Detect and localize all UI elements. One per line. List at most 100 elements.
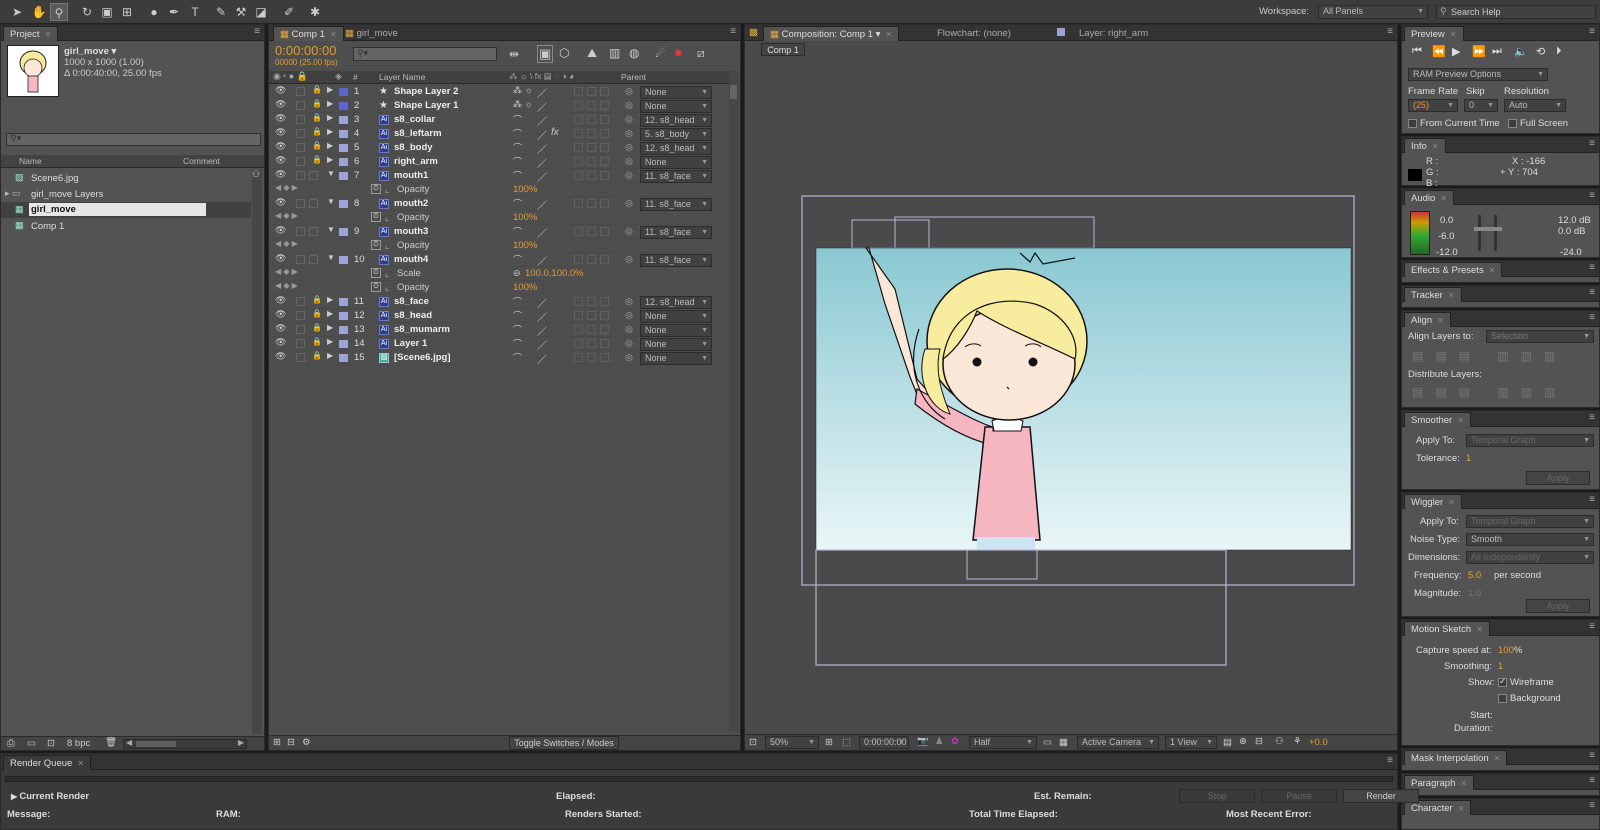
label-color-swatch[interactable] bbox=[339, 312, 348, 320]
visibility-eye-icon[interactable]: 👁 bbox=[275, 295, 286, 306]
tab-wiggler[interactable]: Wiggler ✕ bbox=[1404, 494, 1462, 509]
layer-name[interactable]: mouth1 bbox=[394, 170, 428, 181]
switch-box[interactable] bbox=[587, 129, 596, 138]
keyframe-navigator-icon[interactable]: ◀ ◆ ▶ bbox=[275, 239, 298, 248]
shy-collapse-switch-icon[interactable]: ⁂ ☼ bbox=[513, 85, 533, 96]
twirl-right-icon[interactable]: ▶ bbox=[327, 309, 333, 318]
new-folder-icon[interactable]: ▭ bbox=[27, 738, 36, 749]
pick-whip-icon[interactable]: ◎ bbox=[625, 100, 633, 111]
switch-box[interactable] bbox=[587, 199, 596, 208]
shy-switch-icon[interactable]: ⌒ bbox=[513, 169, 522, 182]
twirl-down-icon[interactable]: ▼ bbox=[327, 169, 335, 178]
visibility-eye-icon[interactable]: 👁 bbox=[275, 253, 286, 264]
current-render-label[interactable]: ▶ Current Render bbox=[11, 791, 89, 802]
twirl-right-icon[interactable]: ▶ bbox=[327, 351, 333, 360]
panel-menu-icon[interactable]: ≡ bbox=[1589, 412, 1595, 423]
lock-viewer-icon[interactable]: ▩ bbox=[749, 27, 758, 38]
mute-audio-icon[interactable]: 🔈 bbox=[1514, 45, 1528, 58]
lock-switch[interactable] bbox=[309, 199, 318, 208]
switch-box[interactable] bbox=[574, 311, 583, 320]
keyframe-navigator-icon[interactable]: ◀ ◆ ▶ bbox=[275, 183, 298, 192]
property-value[interactable]: 100% bbox=[513, 282, 537, 293]
audio-slider-thumb[interactable] bbox=[1474, 227, 1502, 231]
layer-name[interactable]: Shape Layer 2 bbox=[394, 86, 458, 97]
timeline-timecode[interactable]: 0:00:00:00 bbox=[275, 43, 336, 58]
pause-button[interactable]: Pause bbox=[1261, 789, 1337, 803]
audio-slider-right[interactable] bbox=[1494, 215, 1497, 251]
tab-align[interactable]: Align ✕ bbox=[1404, 312, 1451, 327]
lock-icon[interactable]: 🔒 bbox=[312, 309, 322, 318]
hide-shy-layers-icon[interactable]: ⛰ bbox=[587, 46, 597, 61]
quality-switch-icon[interactable]: ／ bbox=[537, 309, 547, 324]
pick-whip-icon[interactable]: ◎ bbox=[625, 254, 633, 265]
shy-switch-icon[interactable]: ⌒ bbox=[513, 309, 522, 322]
quality-switch-icon[interactable]: ／ bbox=[537, 295, 547, 310]
layer-row[interactable]: 👁 ▼ 7 Ai mouth1 ⌒ ／ ◎ 11. s8_face bbox=[269, 169, 731, 184]
layer-name[interactable]: mouth4 bbox=[394, 254, 428, 265]
switch-box[interactable] bbox=[600, 171, 609, 180]
layer-row[interactable]: 👁 ▼ 9 Ai mouth3 ⌒ ／ ◎ 11. s8_face bbox=[269, 225, 731, 240]
tab-composition-comp1[interactable]: ▦ Composition: Comp 1 ▾ ✕ bbox=[763, 26, 900, 41]
layer-name[interactable]: right_arm bbox=[394, 156, 438, 167]
tab-girl-move-timeline[interactable]: ▦ girl_move bbox=[339, 26, 404, 41]
toggle-switches-modes-button[interactable]: Toggle Switches / Modes bbox=[509, 736, 619, 750]
shy-switch-icon[interactable]: ⌒ bbox=[513, 197, 522, 210]
switch-box[interactable] bbox=[574, 199, 583, 208]
type-tool-icon[interactable]: T bbox=[186, 3, 204, 21]
tolerance-value[interactable]: 1 bbox=[1466, 453, 1471, 464]
parent-dropdown[interactable]: None bbox=[640, 352, 712, 365]
switch-box[interactable] bbox=[600, 325, 609, 334]
switch-box[interactable] bbox=[600, 101, 609, 110]
solo-switch[interactable] bbox=[296, 171, 305, 180]
twirl-right-icon[interactable]: ▶ bbox=[327, 323, 333, 332]
visibility-eye-icon[interactable]: 👁 bbox=[275, 197, 286, 208]
label-color-swatch[interactable] bbox=[339, 228, 348, 236]
col-name[interactable]: Name bbox=[19, 156, 42, 166]
pick-whip-icon[interactable]: ◎ bbox=[625, 226, 633, 237]
search-help-field[interactable]: ⚲ Search Help bbox=[1436, 5, 1596, 19]
solo-switch[interactable] bbox=[296, 157, 305, 166]
frame-blending-icon[interactable]: ▥ bbox=[609, 46, 620, 60]
panel-menu-icon[interactable]: ≡ bbox=[1589, 800, 1595, 811]
label-color-swatch[interactable] bbox=[339, 116, 348, 124]
lock-icon[interactable]: 🔒 bbox=[312, 85, 322, 94]
quality-switch-icon[interactable]: ／ bbox=[537, 351, 547, 366]
quality-switch-icon[interactable]: ／ bbox=[537, 155, 547, 170]
first-frame-icon[interactable]: ⏮ bbox=[1412, 45, 1422, 58]
pick-whip-icon[interactable]: ◎ bbox=[625, 198, 633, 209]
label-color-swatch[interactable] bbox=[339, 88, 348, 96]
smoother-apply-to-dropdown[interactable]: Temporal Graph bbox=[1466, 434, 1594, 447]
keyframe-navigator-icon[interactable]: ◀ ◆ ▶ bbox=[275, 267, 298, 276]
tab-paragraph[interactable]: Paragraph ✕ bbox=[1404, 775, 1475, 790]
twirl-down-icon[interactable]: ▼ bbox=[327, 197, 335, 206]
new-comp-icon[interactable]: ⊡ bbox=[47, 738, 55, 749]
switch-box[interactable] bbox=[574, 129, 583, 138]
quality-switch-icon[interactable]: ／ bbox=[537, 141, 547, 156]
keyframe-navigator-icon[interactable]: ◀ ◆ ▶ bbox=[275, 211, 298, 220]
play-icon[interactable]: ▶ bbox=[1452, 45, 1460, 58]
visibility-eye-icon[interactable]: 👁 bbox=[275, 141, 286, 152]
col-layer-name[interactable]: Layer Name bbox=[379, 72, 425, 82]
quality-switch-icon[interactable]: ／ bbox=[537, 337, 547, 352]
visibility-eye-icon[interactable]: 👁 bbox=[275, 155, 286, 166]
layer-row[interactable]: 👁 🔒 ▶ 3 Ai s8_collar ⌒ ／ ◎ 12. s8_head bbox=[269, 113, 731, 128]
twirl-right-icon[interactable]: ▶ bbox=[327, 99, 333, 108]
stopwatch-icon[interactable]: ⏱ bbox=[371, 282, 381, 292]
toggle-pixel-aspect-icon[interactable]: ▤ bbox=[1223, 737, 1232, 748]
trash-icon[interactable]: 🗑 bbox=[105, 737, 117, 748]
switch-box[interactable] bbox=[600, 255, 609, 264]
tab-motion-sketch[interactable]: Motion Sketch ✕ bbox=[1404, 621, 1490, 636]
switch-box[interactable] bbox=[574, 255, 583, 264]
shy-switch-icon[interactable]: ⌒ bbox=[513, 253, 522, 266]
from-current-time-checkbox[interactable] bbox=[1408, 119, 1417, 128]
label-color-swatch[interactable] bbox=[339, 200, 348, 208]
layer-row[interactable]: 👁 🔒 ▶ 13 Ai s8_mumarm ⌒ ／ ◎ None bbox=[269, 323, 731, 338]
timeline-icon[interactable]: ⊟ bbox=[1255, 736, 1263, 747]
solo-switch[interactable] bbox=[296, 339, 305, 348]
pick-whip-icon[interactable]: ◎ bbox=[625, 86, 633, 97]
switch-box[interactable] bbox=[600, 311, 609, 320]
label-color-swatch[interactable] bbox=[339, 102, 348, 110]
switch-box[interactable] bbox=[574, 157, 583, 166]
layer-row[interactable]: 👁 ▼ 10 Ai mouth4 ⌒ ／ ◎ 11. s8_face bbox=[269, 253, 731, 268]
panel-menu-icon[interactable]: ≡ bbox=[1589, 312, 1595, 323]
